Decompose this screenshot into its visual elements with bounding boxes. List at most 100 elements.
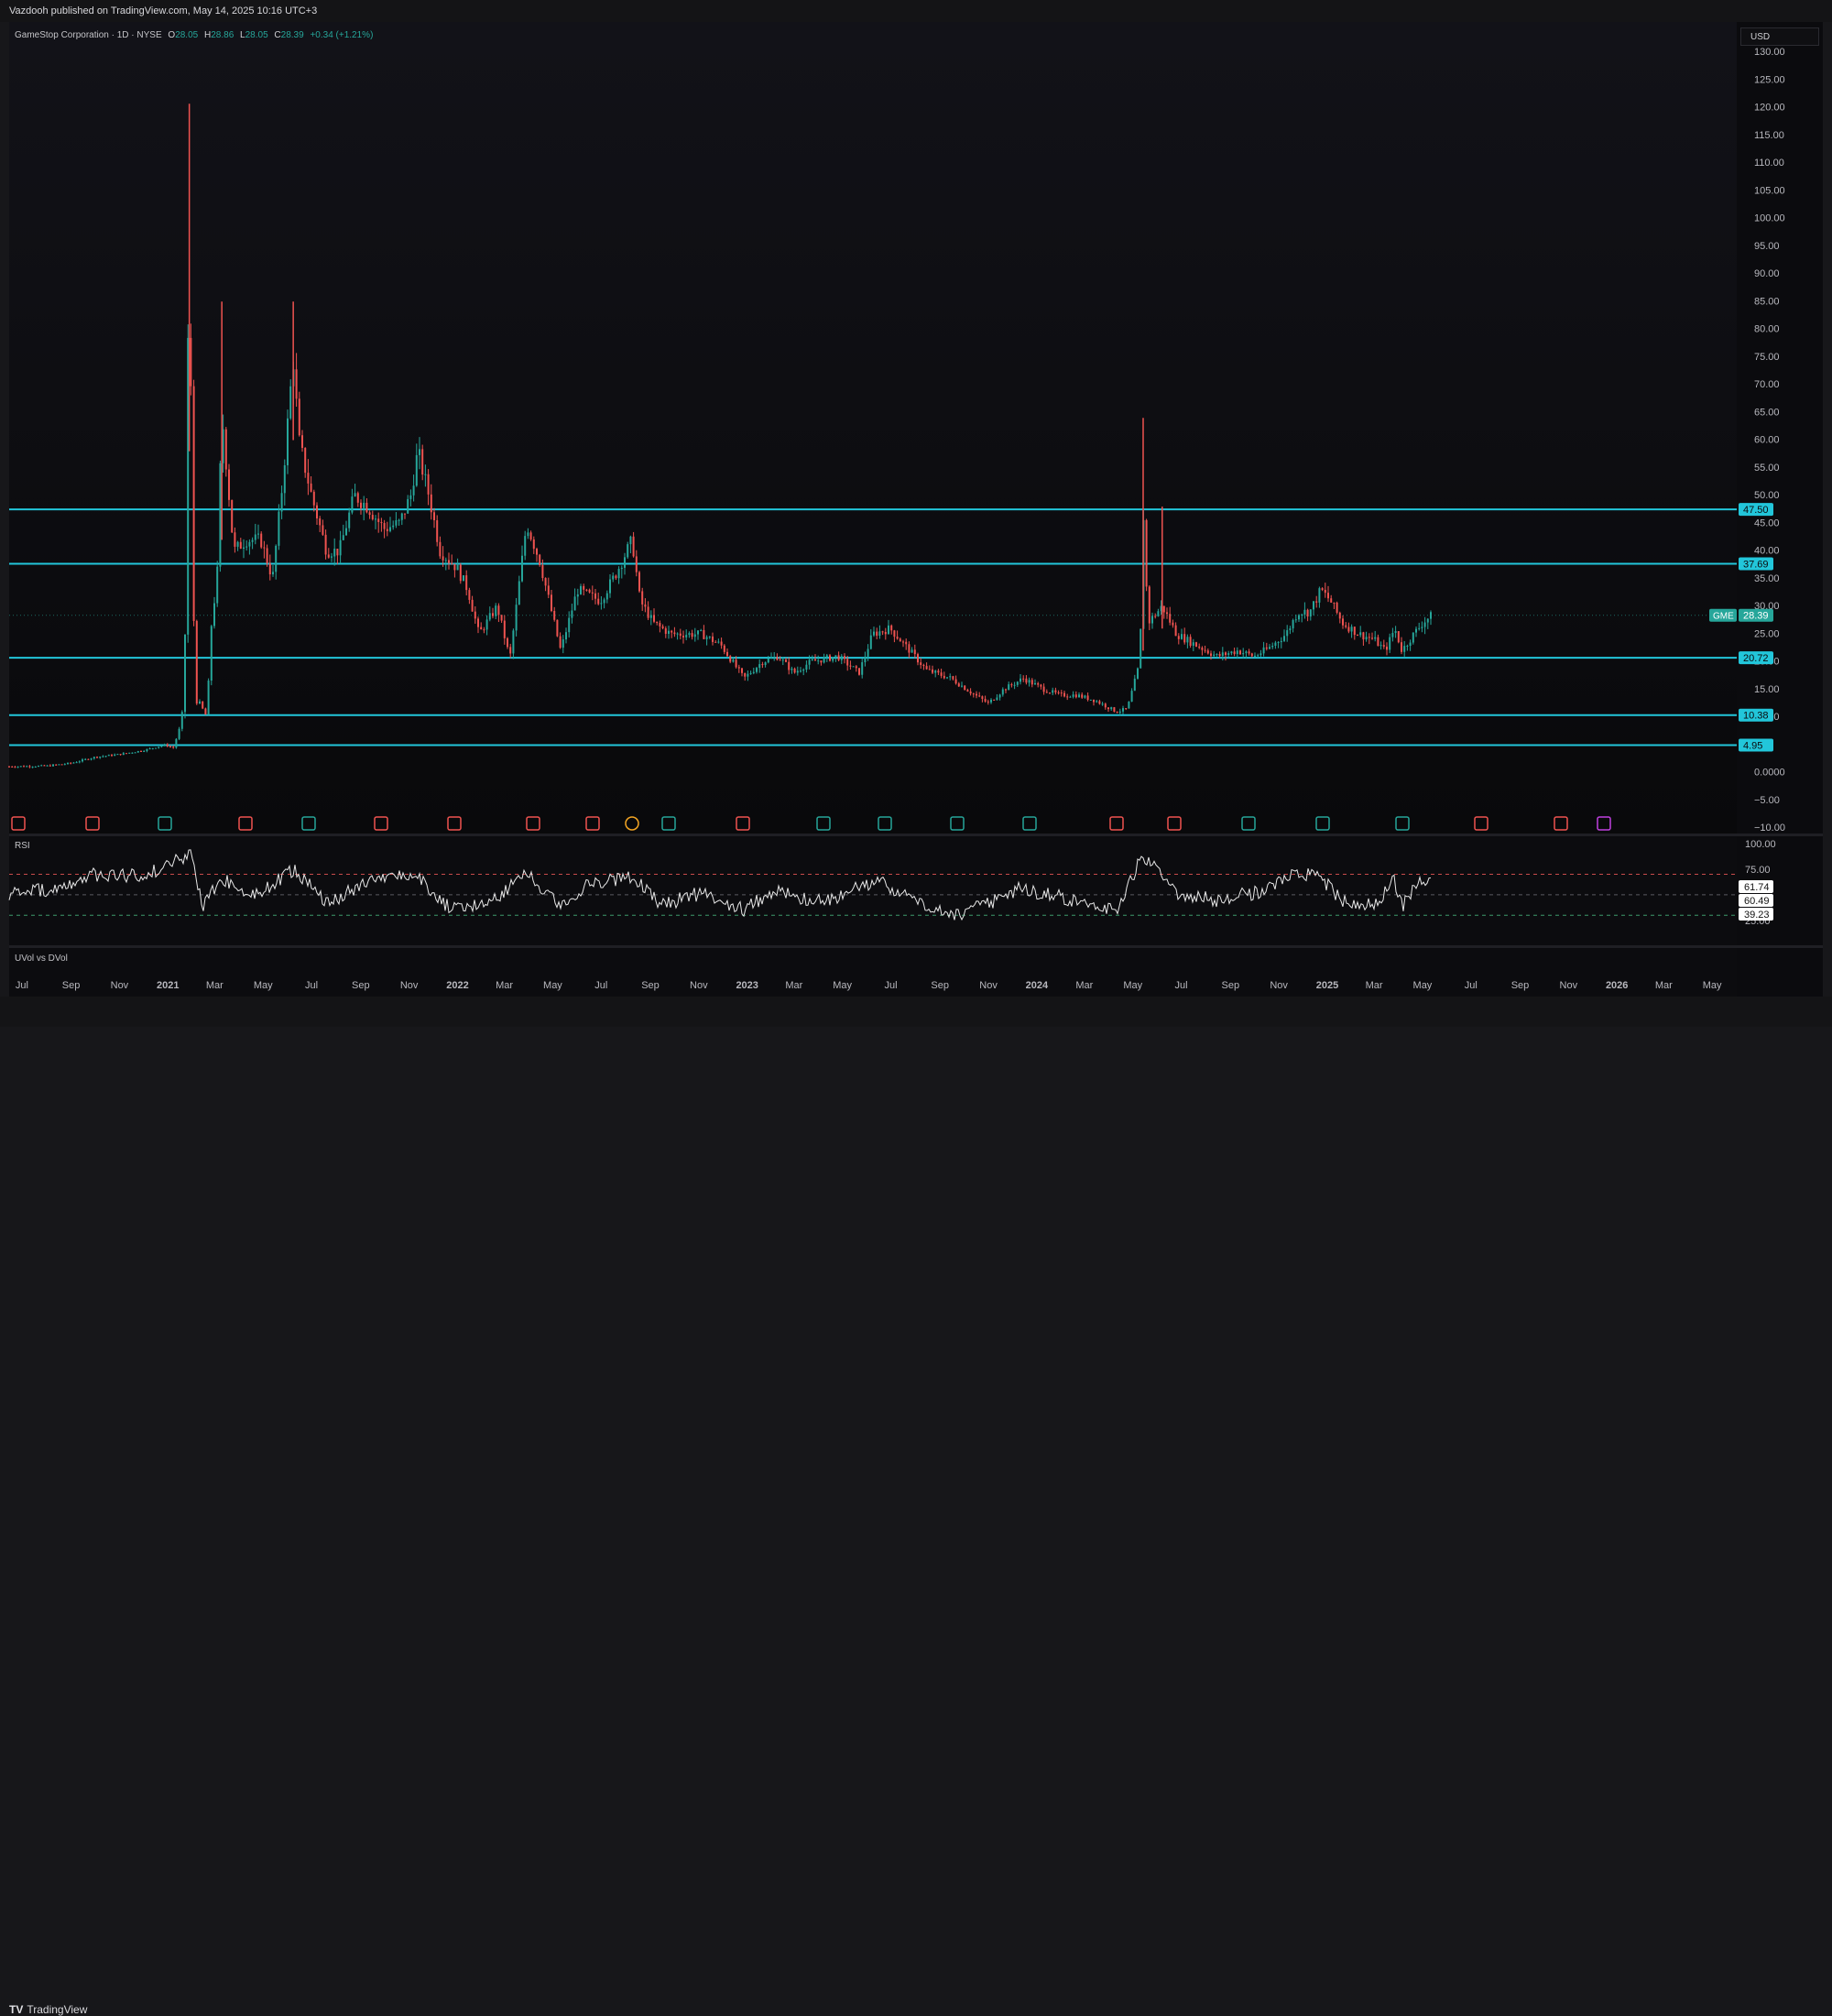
candle-body [629, 536, 632, 545]
currency-selector[interactable]: USD [1740, 27, 1819, 46]
candle-body [1221, 652, 1224, 657]
symbol-title[interactable]: GameStop Corporation · 1D · NYSE [15, 30, 162, 40]
candle-body [1137, 668, 1139, 679]
candle-body [1389, 637, 1391, 650]
candle-body [664, 627, 667, 634]
candle-body [788, 661, 791, 670]
candle-body [893, 630, 896, 637]
candle-body [116, 754, 119, 756]
close-value: 28.39 [280, 30, 304, 40]
time-tick-label: 2025 [1316, 980, 1338, 991]
candle-body [1415, 628, 1417, 633]
candle-body [752, 671, 755, 673]
candle-body [881, 631, 884, 633]
level-price-label: 4.95 [1743, 741, 1762, 752]
candle-body [75, 762, 78, 764]
candle-body [580, 585, 582, 594]
price-tick-label: 115.00 [1754, 130, 1784, 141]
candle-body [1101, 703, 1104, 705]
candle-body [661, 626, 664, 628]
candle-body [1204, 649, 1206, 651]
candle-body [336, 549, 339, 556]
candle-body [1113, 707, 1116, 713]
candle-body [1321, 588, 1324, 590]
candle-body [911, 649, 913, 653]
time-tick-label: Sep [931, 980, 949, 991]
tradingview-brand[interactable]: TV TradingView [9, 2003, 87, 2016]
candle-body [8, 766, 10, 768]
earnings-marker-icon [661, 816, 676, 831]
candle-body [1289, 628, 1292, 631]
candle-body [717, 641, 720, 643]
candle-body [236, 541, 239, 547]
candle-body [1069, 696, 1072, 698]
time-tick-label: May [1703, 980, 1722, 991]
price-tick-label: 120.00 [1754, 103, 1785, 114]
high-value: 28.86 [211, 30, 234, 40]
candle-body [163, 744, 166, 746]
candle-body [63, 764, 66, 766]
candle-body [544, 578, 547, 586]
earnings-marker-icon [447, 816, 462, 831]
candle-body [1086, 695, 1089, 701]
candle-body [922, 664, 925, 667]
candle-body [1072, 694, 1074, 697]
candle-body [1218, 654, 1221, 657]
candle-body [1248, 651, 1250, 654]
candle-body [219, 463, 222, 567]
candle-body [52, 764, 54, 767]
time-tick-label: Mar [1075, 980, 1093, 991]
candle-body [834, 655, 837, 658]
time-tick-label: Nov [690, 980, 708, 991]
candle-body [448, 560, 450, 563]
candle-body [1271, 645, 1274, 648]
earnings-marker-icon [1167, 816, 1182, 831]
candle-body [846, 659, 849, 666]
candle-body [1245, 651, 1248, 654]
candle-body [365, 502, 368, 513]
low-value: 28.05 [245, 30, 268, 40]
candle-body [248, 541, 251, 547]
candle-body [1060, 692, 1063, 694]
rsi-label[interactable]: RSI [15, 841, 30, 851]
candle-body [307, 473, 310, 484]
candle-body [503, 620, 506, 638]
candle-body [1201, 648, 1204, 650]
candle-body [515, 605, 518, 631]
candle-body [360, 502, 362, 508]
candle-body [216, 566, 219, 604]
candle-body [415, 454, 418, 486]
candle-body [412, 485, 415, 496]
candle-body [726, 651, 728, 657]
candle-body [820, 660, 823, 663]
candle-body [776, 656, 779, 660]
candle-body [823, 657, 825, 663]
earnings-marker-icon [11, 816, 26, 831]
candle-body [180, 712, 183, 729]
candle-body [576, 594, 579, 597]
candle-body [1157, 611, 1160, 616]
candle-body [398, 519, 400, 521]
price-chart-svg[interactable]: 130.00 125.00 120.00 115.00 110.00 105.00 100.… [0, 0, 1832, 1027]
candle-body [289, 386, 292, 419]
candle-body [122, 753, 125, 756]
candle-body [316, 505, 318, 519]
candle-body [1292, 619, 1294, 629]
candle-body [175, 738, 178, 748]
time-tick-label: Jul [1465, 980, 1478, 991]
candle-body [1421, 627, 1423, 628]
candle-body [591, 592, 594, 594]
candle-body [409, 495, 412, 499]
candle-body [1110, 707, 1113, 710]
uvol-label[interactable]: UVol vs DVol [15, 954, 68, 964]
candle-body [239, 541, 242, 549]
candle-body [327, 554, 330, 558]
candle-body [331, 556, 333, 558]
price-tick-label: 40.00 [1754, 546, 1780, 557]
candle-body [280, 493, 283, 512]
time-tick-label: May [1413, 980, 1433, 991]
candle-body [1315, 601, 1318, 603]
candle-body [187, 337, 190, 635]
candle-body [1104, 703, 1107, 708]
candle-body [1303, 609, 1306, 615]
